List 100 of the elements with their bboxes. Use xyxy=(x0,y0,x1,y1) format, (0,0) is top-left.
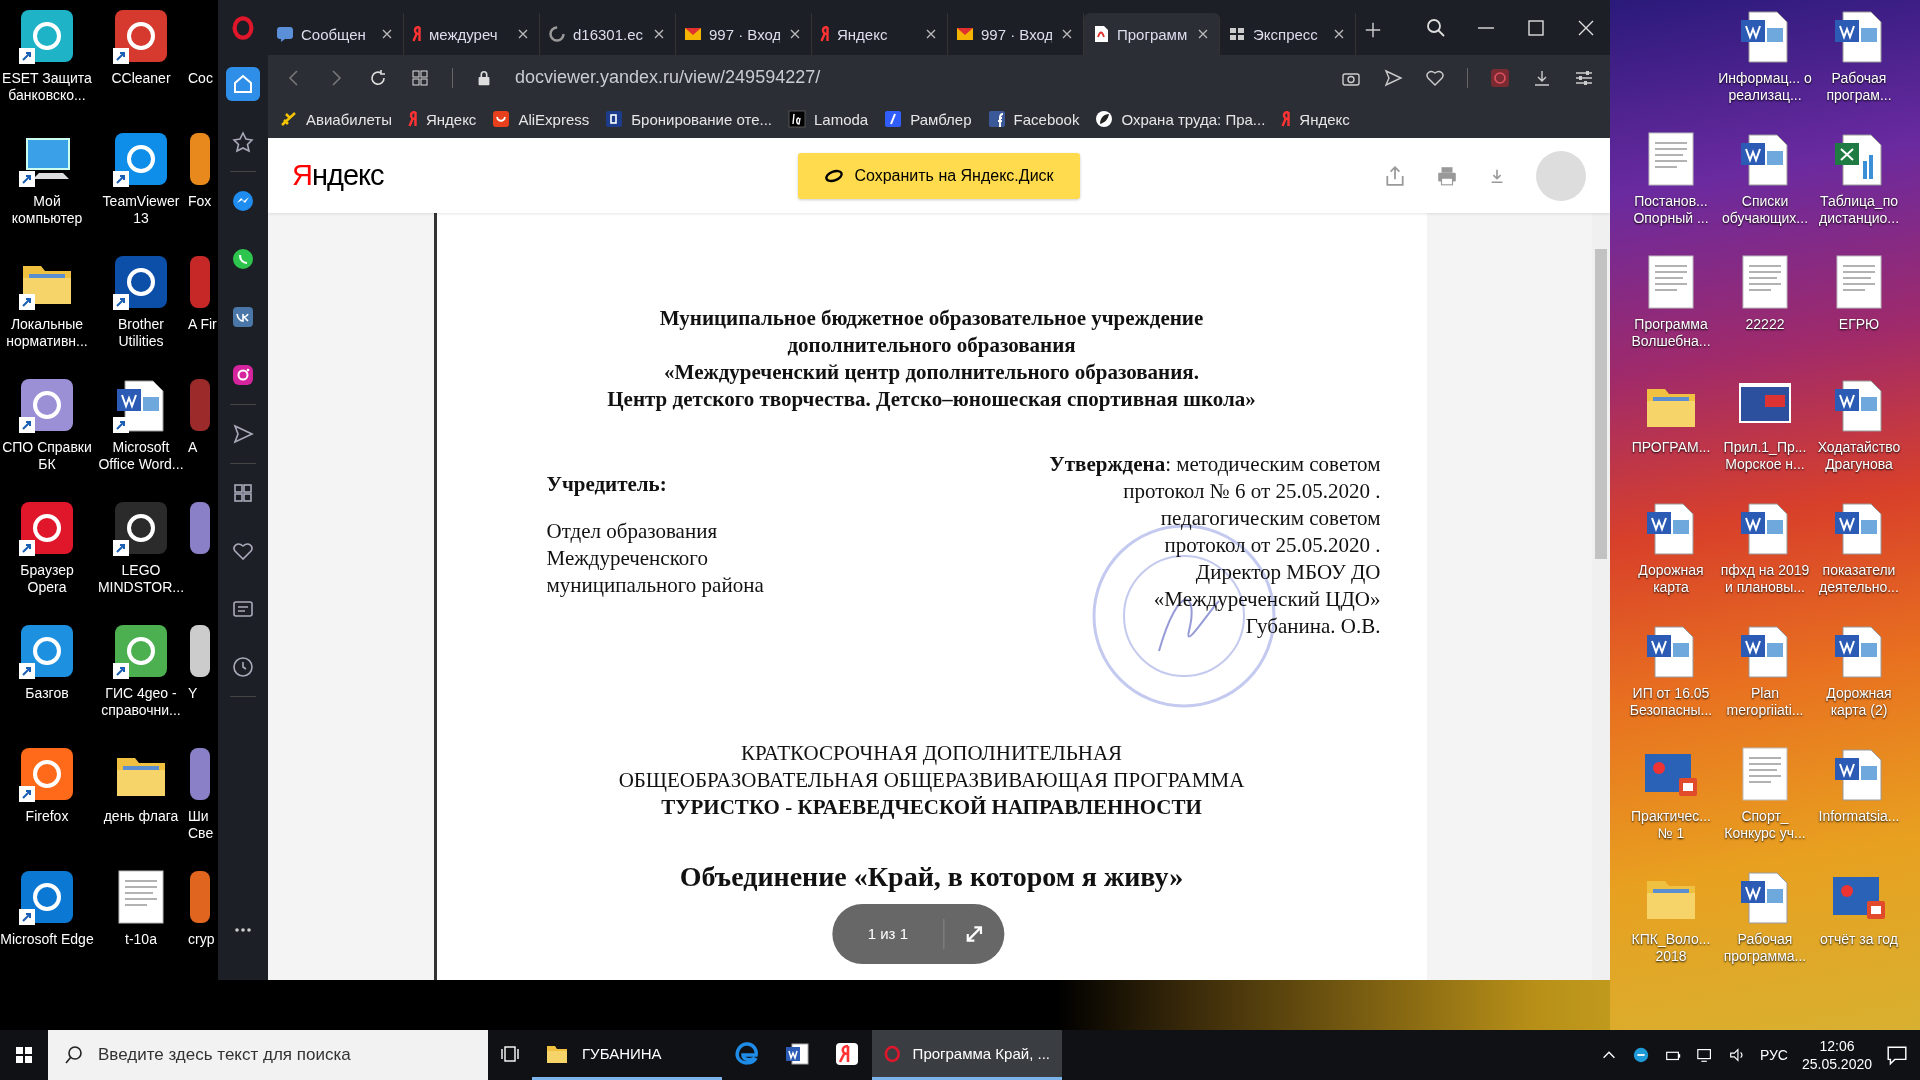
desktop-shortcut[interactable]: ПРОГРАМ... xyxy=(1624,369,1718,492)
desktop-shortcut[interactable]: Мой компьютер xyxy=(0,123,94,246)
vk-icon[interactable] xyxy=(232,306,254,328)
grid-icon[interactable] xyxy=(232,482,254,504)
desktop-shortcut[interactable]: Firefox xyxy=(0,738,94,861)
home-icon[interactable] xyxy=(232,73,254,95)
desktop-shortcut[interactable]: Y xyxy=(188,615,218,738)
desktop-shortcut[interactable]: Информац... о реализац... xyxy=(1718,0,1812,123)
bookmark-link[interactable]: AliExpress xyxy=(492,110,590,128)
desktop-shortcut[interactable]: Coc xyxy=(188,0,218,123)
whatsapp-icon[interactable] xyxy=(232,248,254,270)
desktop-shortcut[interactable]: ГИС 4geo - справочни... xyxy=(94,615,188,738)
desktop-shortcut[interactable]: показатели деятельно... xyxy=(1812,492,1906,615)
clock-icon[interactable] xyxy=(232,656,254,678)
desktop-shortcut[interactable]: Локальные нормативн... xyxy=(0,246,94,369)
share-icon[interactable] xyxy=(1384,164,1406,187)
bookmark-link[interactable]: Рамблер xyxy=(884,110,972,128)
grid-icon[interactable] xyxy=(410,67,430,88)
scrollbar[interactable] xyxy=(1592,213,1610,980)
desktop-shortcut[interactable]: Ши Све xyxy=(188,738,218,861)
lamoda-square-icon xyxy=(788,110,806,128)
desktop-shortcut[interactable]: CCleaner xyxy=(94,0,188,123)
bookmark-link[interactable]: Яндекс xyxy=(407,110,477,128)
notifications-icon[interactable] xyxy=(1886,1044,1908,1066)
desktop-shortcut[interactable]: день флага xyxy=(94,738,188,861)
desktop-shortcut[interactable]: t-10a xyxy=(94,861,188,984)
desktop-shortcut[interactable]: Базгов xyxy=(0,615,94,738)
desktop-shortcut[interactable]: TeamViewer 13 xyxy=(94,123,188,246)
plus-icon[interactable] xyxy=(1364,21,1382,39)
founder-text: Междуреченского xyxy=(546,545,709,572)
print-icon[interactable] xyxy=(1436,164,1458,187)
messenger-icon[interactable] xyxy=(232,190,254,212)
leaf-circle-icon xyxy=(1095,110,1114,128)
star-icon[interactable] xyxy=(232,131,254,153)
bookmark-link[interactable]: Facebook xyxy=(987,110,1080,128)
desktop-shortcut[interactable]: ЕГРЮ xyxy=(1812,246,1906,369)
desktop-shortcut[interactable]: Microsoft Edge xyxy=(0,861,94,984)
bookmark-link[interactable]: Охрана труда: Пра... xyxy=(1095,110,1266,128)
search-field[interactable]: Введите здесь текст для поиска xyxy=(48,1030,488,1080)
news-icon[interactable] xyxy=(232,598,254,620)
approval-text: «Междуреченский ЦДО» xyxy=(1152,586,1381,613)
desktop-shortcut[interactable]: 22222 xyxy=(1718,246,1812,369)
save-to-disk-button[interactable]: Сохранить на Яндекс.Диск xyxy=(798,152,1080,199)
send-icon[interactable] xyxy=(1383,67,1403,88)
search-icon[interactable] xyxy=(1426,17,1446,38)
task-view-icon[interactable] xyxy=(500,1043,520,1064)
envelope-icon xyxy=(956,25,974,43)
instagram-icon[interactable] xyxy=(232,364,254,386)
network-icon[interactable] xyxy=(1695,1046,1714,1064)
desktop-shortcut[interactable]: Brother Utilities xyxy=(94,246,188,369)
browser-tab[interactable]: Программ xyxy=(1084,13,1220,55)
letter-y-icon xyxy=(412,25,422,43)
taskbar-app[interactable]: Программа Край, ... xyxy=(872,1030,1062,1080)
logo-text[interactable]: Яндекс xyxy=(292,159,384,192)
desktop-shortcut[interactable]: Дорожная карта xyxy=(1624,492,1718,615)
desktop-shortcut[interactable]: A xyxy=(188,369,218,492)
desktop-shortcut[interactable]: A Fir xyxy=(188,246,218,369)
chat-bubble-icon xyxy=(276,25,294,43)
desktop-shortcut[interactable]: СПО Справки БК xyxy=(0,369,94,492)
clock[interactable]: 12:06 25.05.2020 xyxy=(1801,1037,1872,1073)
opera-logo-icon[interactable] xyxy=(231,15,255,40)
airplane-icon xyxy=(280,110,298,128)
desktop-shortcut[interactable]: Списки обучающих... xyxy=(1718,123,1812,246)
bookmark-link[interactable]: Lamoda xyxy=(788,110,869,128)
heart-icon[interactable] xyxy=(232,540,254,562)
desktop-shortcut[interactable]: пфхд на 2019 и плановы... xyxy=(1718,492,1812,615)
document-heading: «Междуреченский центр дополнительного образования. xyxy=(663,359,1200,386)
approval-text: протокол от 25.05.2020 . xyxy=(1163,532,1381,559)
reload-icon[interactable] xyxy=(368,67,388,88)
desktop-shortcut[interactable]: Постанов... Опорный ... xyxy=(1624,123,1718,246)
bookmark-link[interactable]: Яндекс xyxy=(1281,110,1350,128)
bookmark-link[interactable]: Авиабилеты xyxy=(280,110,392,128)
letter-y-icon xyxy=(834,1040,860,1067)
taskbar-app[interactable]: ГУБАНИНА xyxy=(532,1030,722,1080)
desktop-shortcut[interactable]: LEGO MINDSTOR... xyxy=(94,492,188,615)
send-icon[interactable] xyxy=(232,423,254,445)
maximize-icon[interactable] xyxy=(1526,17,1546,38)
desktop-shortcut[interactable]: Прил.1_Пр... Морское н... xyxy=(1718,369,1812,492)
booking-square-icon xyxy=(605,110,624,128)
letter-y-icon xyxy=(820,25,830,43)
windows-logo-icon[interactable] xyxy=(14,1045,34,1065)
bookmark-link[interactable]: Бронирование оте... xyxy=(605,110,772,128)
facebook-square-icon xyxy=(987,110,1006,128)
program-title: КРАТКОСРОЧНАЯ ДОПОЛНИТЕЛЬНАЯ xyxy=(739,740,1124,767)
desktop-shortcut[interactable]: Рабочая програм... xyxy=(1812,0,1906,123)
blocker-icon[interactable] xyxy=(1490,67,1510,88)
page-counter: 1 из 1 xyxy=(832,919,945,949)
desktop-shortcut[interactable]: Ходатайство Драгунова xyxy=(1812,369,1906,492)
desktop-shortcut[interactable]: cryp xyxy=(188,861,218,984)
desktop-shortcut[interactable]: Программа Волшебна... xyxy=(1624,246,1718,369)
cloud-sync-icon[interactable] xyxy=(1631,1046,1650,1064)
approval-text: Губанина. О.В. xyxy=(1244,613,1381,640)
desktop-shortcut[interactable]: Fox xyxy=(188,123,218,246)
edge-browser-icon xyxy=(734,1040,760,1067)
language-indicator[interactable]: РУС xyxy=(1759,1047,1788,1063)
loading-spinner-icon xyxy=(548,25,566,43)
desktop-shortcut[interactable]: Таблица_по дистанцио... xyxy=(1812,123,1906,246)
desktop-shortcut[interactable]: ESET Защита банковско... xyxy=(0,0,94,123)
desktop-shortcut[interactable]: Microsoft Office Word... xyxy=(94,369,188,492)
desktop-shortcut[interactable]: Браузер Opera xyxy=(0,492,94,615)
